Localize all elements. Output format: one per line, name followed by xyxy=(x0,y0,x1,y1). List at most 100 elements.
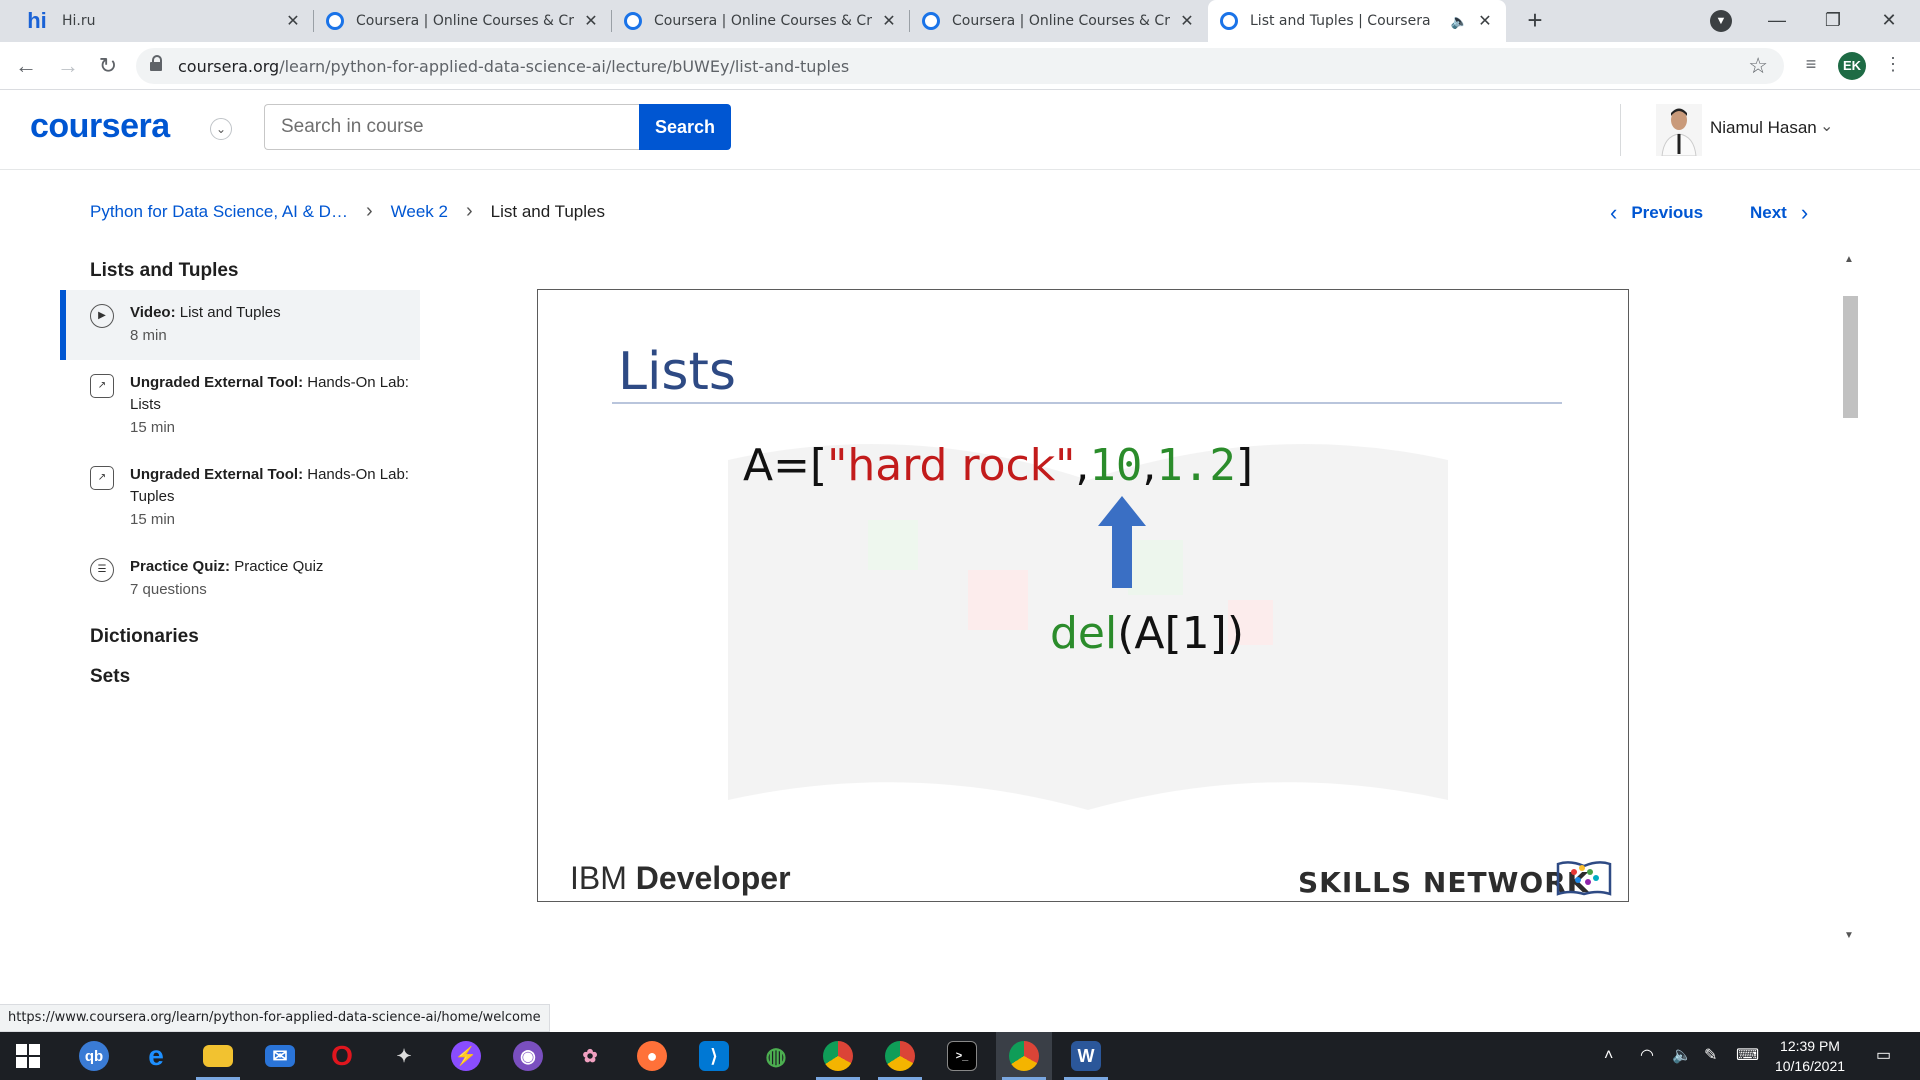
terminal-icon[interactable]: >_ xyxy=(934,1032,990,1080)
scroll-down-icon[interactable]: ▼ xyxy=(1840,930,1858,948)
window-close-icon[interactable]: ✕ xyxy=(1862,0,1916,42)
user-name[interactable]: Niamul Hasan xyxy=(1710,118,1817,138)
close-icon[interactable]: ✕ xyxy=(284,11,302,31)
globe-app-icon[interactable]: ◍ xyxy=(748,1032,804,1080)
tab-hi-ru[interactable]: hi Hi.ru ✕ xyxy=(12,0,314,42)
new-tab-button[interactable]: + xyxy=(1520,6,1550,36)
video-player[interactable]: Lists A=["hard rock",10,1.2] del(A[1]) I… xyxy=(537,289,1629,902)
slide-title: Lists xyxy=(618,342,736,402)
next-button[interactable]: Next › xyxy=(1750,200,1808,226)
list-code: A=["hard rock",10,1.2] xyxy=(743,440,1253,491)
scroll-thumb[interactable] xyxy=(1843,296,1858,418)
chrome-ek-icon[interactable] xyxy=(996,1032,1052,1080)
qbittorrent-icon[interactable]: qb xyxy=(66,1032,122,1080)
edge-icon[interactable]: e xyxy=(128,1032,184,1080)
windows-start-icon[interactable] xyxy=(0,1032,56,1080)
section-title[interactable]: Lists and Tuples xyxy=(60,260,420,282)
sidebar-item-practice-quiz[interactable]: ☰ Practice Quiz: Practice Quiz 7 questio… xyxy=(60,544,420,614)
mute-audio-icon[interactable]: 🔈 xyxy=(1451,13,1468,30)
firefox-icon[interactable]: ● xyxy=(624,1032,680,1080)
code-args: (A[1]) xyxy=(1117,608,1244,659)
close-icon[interactable]: ✕ xyxy=(880,11,898,31)
close-icon[interactable]: ✕ xyxy=(582,11,600,31)
pen-icon[interactable]: ✎ xyxy=(1704,1032,1717,1080)
reload-icon[interactable]: ↻ xyxy=(92,50,124,82)
keyboard-icon[interactable]: ⌨ xyxy=(1736,1032,1759,1080)
messenger-icon[interactable]: ⚡ xyxy=(438,1032,494,1080)
coursera-icon xyxy=(326,12,344,30)
tab-coursera-1[interactable]: Coursera | Online Courses & Credentials … xyxy=(314,0,612,42)
close-icon[interactable]: ✕ xyxy=(1178,11,1196,31)
opera-icon[interactable]: O xyxy=(314,1032,370,1080)
bookmark-star-icon[interactable]: ☆ xyxy=(1748,53,1768,79)
chevron-down-icon[interactable]: ⌄ xyxy=(1820,116,1833,136)
external-tool-icon: ↗ xyxy=(90,466,114,490)
chevron-down-icon[interactable]: ⌄ xyxy=(210,118,232,140)
item-title: Video: List and Tuples xyxy=(130,302,410,324)
skills-network-book-icon xyxy=(1556,861,1612,896)
back-icon[interactable]: ← xyxy=(10,50,42,82)
word-icon[interactable]: W xyxy=(1058,1032,1114,1080)
section-dictionaries[interactable]: Dictionaries xyxy=(60,626,420,648)
media-control-icon[interactable]: ≡ xyxy=(1798,54,1824,80)
github-icon[interactable]: ◉ xyxy=(500,1032,556,1080)
menu-icon[interactable]: ⋮ xyxy=(1880,54,1906,80)
item-type: Ungraded External Tool: xyxy=(130,374,304,391)
chrome-icon[interactable] xyxy=(810,1032,866,1080)
file-explorer-icon[interactable] xyxy=(190,1032,246,1080)
system-clock[interactable]: 12:39 PM 10/16/2021 xyxy=(1760,1036,1860,1076)
item-title: Practice Quiz: Practice Quiz xyxy=(130,556,410,578)
coursera-header: coursera ⌄ Search in course Search Niamu… xyxy=(0,90,1920,170)
vscode-icon[interactable]: ⟩ xyxy=(686,1032,742,1080)
item-type: Practice Quiz: xyxy=(130,558,231,575)
brand-developer: Developer xyxy=(635,860,791,896)
scroll-up-icon[interactable]: ▲ xyxy=(1840,254,1858,272)
link-status-bar: https://www.coursera.org/learn/python-fo… xyxy=(0,1004,550,1032)
page-scrollbar[interactable]: ▲ ▼ xyxy=(1840,254,1858,948)
breadcrumb-course[interactable]: Python for Data Science, AI & D… xyxy=(90,202,348,222)
lock-icon xyxy=(150,55,162,72)
restore-icon[interactable]: ❐ xyxy=(1806,0,1860,42)
chevron-up-icon[interactable]: ˄ xyxy=(1604,1032,1613,1080)
tab-title: Hi.ru xyxy=(62,13,96,29)
skills-network-logo: SKILLS NETWORK xyxy=(1298,866,1590,899)
volume-icon[interactable]: 🔈 xyxy=(1672,1032,1692,1080)
code-string: "hard rock" xyxy=(827,440,1076,491)
clock-date: 10/16/2021 xyxy=(1774,1058,1846,1074)
notifications-icon[interactable]: ▭ xyxy=(1876,1032,1891,1080)
chrome-profile-icon[interactable] xyxy=(872,1032,928,1080)
url-field[interactable]: coursera.org/learn/python-for-applied-da… xyxy=(136,48,1784,84)
external-tool-icon: ↗ xyxy=(90,374,114,398)
search-button[interactable]: Search xyxy=(639,104,731,150)
chevron-right-icon: › xyxy=(1800,200,1809,225)
url-domain: coursera.org xyxy=(178,56,280,76)
tab-coursera-2[interactable]: Coursera | Online Courses & Credentials … xyxy=(612,0,910,42)
wifi-icon[interactable]: ◠ xyxy=(1640,1032,1654,1080)
coursera-logo[interactable]: coursera xyxy=(30,107,170,146)
search-input[interactable]: Search in course xyxy=(264,104,640,150)
tab-search-icon[interactable]: ▼ xyxy=(1710,10,1732,32)
tab-title: Coursera | Online Courses & Credentials xyxy=(952,13,1170,29)
tab-list-and-tuples[interactable]: List and Tuples | Coursera 🔈 ✕ xyxy=(1208,0,1506,42)
close-icon[interactable]: ✕ xyxy=(1476,11,1494,31)
section-sets[interactable]: Sets xyxy=(60,666,420,688)
url-path: /learn/python-for-applied-data-science-a… xyxy=(279,56,850,76)
tab-coursera-3[interactable]: Coursera | Online Courses & Credentials … xyxy=(910,0,1208,42)
previous-button[interactable]: ‹ Previous xyxy=(1610,200,1703,226)
mail-icon[interactable]: ✉ xyxy=(252,1032,308,1080)
sidebar-item-lab-tuples[interactable]: ↗ Ungraded External Tool: Hands-On Lab: … xyxy=(60,452,420,544)
paint-icon[interactable]: ✿ xyxy=(562,1032,618,1080)
coursera-icon xyxy=(922,12,940,30)
satellite-app-icon[interactable]: ✦ xyxy=(376,1032,432,1080)
item-name: List and Tuples xyxy=(179,304,281,321)
sidebar-item-lab-lists[interactable]: ↗ Ungraded External Tool: Hands-On Lab: … xyxy=(60,360,420,452)
slide-divider xyxy=(612,402,1562,404)
forward-icon[interactable]: → xyxy=(52,50,84,82)
user-avatar[interactable] xyxy=(1656,104,1702,156)
profile-avatar[interactable]: EK xyxy=(1838,52,1866,80)
coursera-icon xyxy=(1220,12,1238,30)
sidebar-item-video[interactable]: ▶ Video: List and Tuples 8 min xyxy=(60,290,420,360)
item-meta: 7 questions xyxy=(130,581,207,598)
minimize-icon[interactable]: — xyxy=(1750,0,1804,42)
breadcrumb-week[interactable]: Week 2 xyxy=(391,202,448,222)
